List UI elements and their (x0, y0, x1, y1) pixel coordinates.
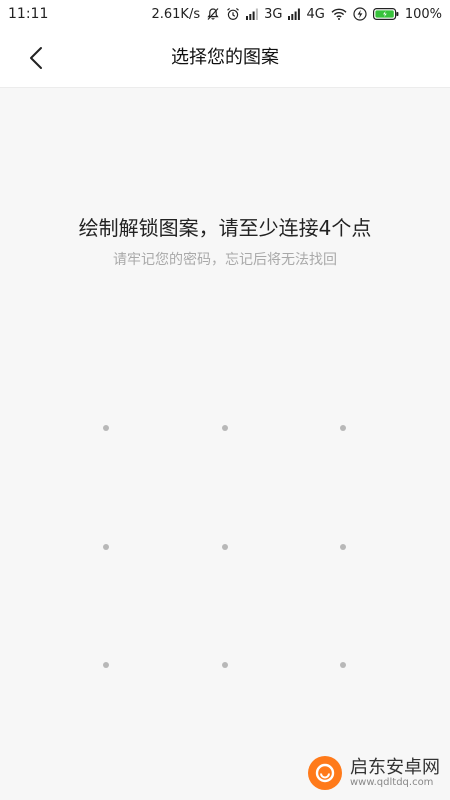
wifi-icon (331, 8, 347, 20)
signal-icon (246, 8, 259, 20)
watermark-logo (308, 756, 342, 790)
status-3g-label: 3G (264, 6, 283, 22)
watermark: 启东安卓网 www.qdltdq.com (308, 756, 440, 790)
signal-icon (288, 8, 301, 20)
pattern-dot-2[interactable] (215, 418, 235, 438)
status-battery-level: 100% (404, 6, 442, 22)
page-title: 选择您的图案 (171, 47, 279, 68)
chevron-left-icon (29, 46, 43, 70)
instruction-sub: 请牢记您的密码，忘记后将无法找回 (113, 252, 337, 268)
back-button[interactable] (20, 42, 52, 74)
status-network-speed: 2.61K/s (151, 6, 201, 22)
instruction-block: 绘制解锁图案，请至少连接4个点 请牢记您的密码，忘记后将无法找回 (0, 212, 450, 270)
pattern-dot-5[interactable] (215, 537, 235, 557)
bolt-icon (353, 7, 367, 21)
status-right: 2.61K/s 3G 4G 100% (151, 7, 442, 22)
pattern-dot-7[interactable] (96, 655, 116, 675)
pattern-dot-9[interactable] (333, 655, 353, 675)
status-time: 11:11 (8, 6, 49, 22)
pattern-setup-screen: 11:11 2.61K/s 3G 4G 100% 选择您的图案 绘制解锁图案，请… (0, 0, 450, 800)
pattern-grid[interactable] (0, 0, 450, 800)
app-bar: 选择您的图案 (0, 28, 450, 88)
battery-icon (372, 7, 399, 21)
status-bar: 11:11 2.61K/s 3G 4G 100% (0, 0, 450, 28)
watermark-url: www.qdltdq.com (350, 777, 434, 789)
pattern-dot-4[interactable] (96, 537, 116, 557)
status-4g-label: 4G (306, 6, 325, 22)
pattern-dot-3[interactable] (333, 418, 353, 438)
pattern-dot-1[interactable] (96, 418, 116, 438)
watermark-name: 启东安卓网 (350, 756, 440, 778)
status-left: 11:11 (8, 6, 48, 22)
bell-off-icon (206, 7, 220, 21)
pattern-dot-6[interactable] (333, 537, 353, 557)
watermark-texts: 启东安卓网 www.qdltdq.com (350, 756, 440, 789)
alarm-icon (226, 7, 240, 21)
pattern-dot-8[interactable] (215, 655, 235, 675)
instruction-main: 绘制解锁图案，请至少连接4个点 (78, 216, 372, 240)
